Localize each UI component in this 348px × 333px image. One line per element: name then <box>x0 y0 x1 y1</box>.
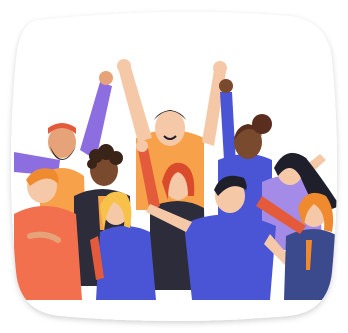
crowd-illustration <box>11 11 337 321</box>
illustration-frame <box>0 0 348 333</box>
